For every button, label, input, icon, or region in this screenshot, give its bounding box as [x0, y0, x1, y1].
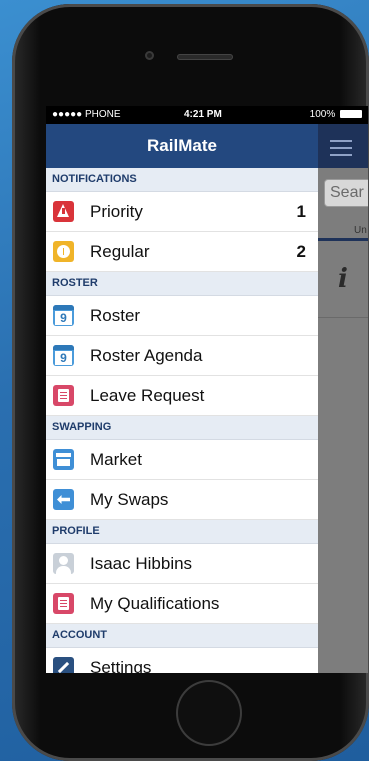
menu-item-label: My Swaps: [90, 490, 169, 509]
section-header-notifications: NOTIFICATIONS: [46, 168, 318, 192]
menu-item-label: Settings: [90, 658, 152, 673]
menu-item-settings[interactable]: Settings: [46, 648, 318, 673]
background-tab-label[interactable]: Un: [354, 225, 367, 236]
menu-item-label: Regular: [90, 242, 150, 261]
menu-item-my-swaps[interactable]: My Swaps: [46, 480, 318, 520]
earpiece-speaker: [177, 54, 233, 60]
document-icon: [53, 385, 74, 406]
menu-item-label: Roster Agenda: [90, 346, 203, 365]
calendar-icon: 9: [53, 345, 74, 366]
section-header-profile: PROFILE: [46, 520, 318, 544]
menu-item-label: My Qualifications: [90, 594, 220, 613]
calendar-icon-day: 9: [55, 311, 72, 325]
menu-item-label: Roster: [90, 306, 141, 325]
app-title: RailMate: [46, 124, 318, 168]
document-icon: [53, 593, 74, 614]
warning-icon: [53, 241, 74, 262]
settings-icon: [53, 657, 74, 673]
menu-item-label: Leave Request: [90, 386, 205, 405]
priority-count-badge: 1: [296, 202, 306, 221]
home-button[interactable]: [176, 680, 242, 746]
status-bar: ●●●●● PHONE 4:21 PM 100%: [46, 106, 368, 124]
alert-icon: [53, 201, 74, 222]
menu-item-regular[interactable]: Regular 2: [46, 232, 318, 272]
calendar-icon-day: 9: [55, 351, 72, 365]
battery-icon: [340, 110, 362, 118]
menu-item-label: Priority: [90, 202, 143, 221]
side-menu: RailMate NOTIFICATIONS Priority 1 Regula…: [46, 124, 318, 673]
menu-item-profile-user[interactable]: Isaac Hibbins: [46, 544, 318, 584]
carrier-label: ●●●●● PHONE: [52, 109, 121, 120]
swap-icon: [53, 489, 74, 510]
section-header-roster: ROSTER: [46, 272, 318, 296]
hamburger-menu-icon[interactable]: [330, 140, 352, 161]
menu-item-my-qualifications[interactable]: My Qualifications: [46, 584, 318, 624]
menu-item-roster-agenda[interactable]: 9 Roster Agenda: [46, 336, 318, 376]
avatar-icon: [53, 553, 74, 574]
background-search-input[interactable]: Sear: [324, 179, 368, 207]
clock: 4:21 PM: [184, 109, 222, 120]
section-header-swapping: SWAPPING: [46, 416, 318, 440]
divider: [318, 317, 368, 318]
tab-underline: [318, 238, 368, 241]
background-view[interactable]: Sear Un i: [318, 124, 368, 673]
menu-item-label: Isaac Hibbins: [90, 554, 193, 573]
battery-indicator: 100%: [310, 109, 362, 120]
phone-frame: ●●●●● PHONE 4:21 PM 100% Sear Un i RailM…: [12, 4, 369, 761]
store-icon: [53, 449, 74, 470]
phone-screen: ●●●●● PHONE 4:21 PM 100% Sear Un i RailM…: [46, 106, 368, 673]
regular-count-badge: 2: [296, 242, 306, 261]
menu-item-label: Market: [90, 450, 142, 469]
battery-percent: 100%: [309, 109, 336, 120]
menu-item-priority[interactable]: Priority 1: [46, 192, 318, 232]
menu-item-roster[interactable]: 9 Roster: [46, 296, 318, 336]
info-icon[interactable]: i: [338, 264, 348, 294]
background-nav-bar: [318, 124, 368, 168]
calendar-icon: 9: [53, 305, 74, 326]
section-header-account: ACCOUNT: [46, 624, 318, 648]
menu-item-market[interactable]: Market: [46, 440, 318, 480]
front-camera: [145, 51, 154, 60]
menu-item-leave-request[interactable]: Leave Request: [46, 376, 318, 416]
